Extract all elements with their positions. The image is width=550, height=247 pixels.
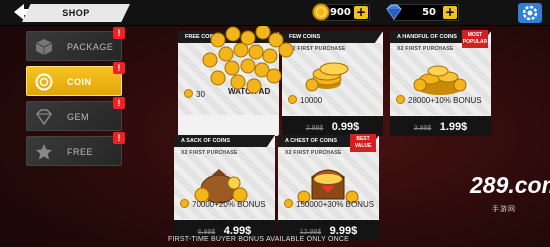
- price: 0.99$: [331, 121, 360, 133]
- handful-coins-card[interactable]: A HANDFUL OF COINS MOST POPULAR X2 FIRST…: [390, 30, 491, 136]
- coin-icon: [284, 199, 293, 208]
- notification-badge: !: [113, 27, 125, 39]
- package-icon: [35, 39, 53, 55]
- gem-count: 50: [422, 7, 436, 18]
- star-icon: [36, 144, 52, 160]
- card-amount: 150000+30% BONUS: [278, 199, 379, 211]
- buy-button[interactable]: 2.99$ 0.99$: [282, 116, 383, 136]
- notification-badge: !: [113, 62, 125, 74]
- first-purchase-tag: X2 FIRST PURCHASE: [397, 46, 454, 52]
- first-purchase-tag: X2 FIRST PURCHASE: [285, 150, 342, 156]
- sidebar-item-label: GEM: [67, 112, 90, 122]
- best-value-ribbon: BEST VALUE: [350, 134, 376, 152]
- coin-icon: [180, 199, 189, 208]
- most-popular-ribbon: MOST POPULAR: [462, 30, 488, 48]
- sidebar-item-free[interactable]: FREE !: [26, 132, 125, 166]
- coin-balance: 5900 +: [312, 3, 370, 21]
- coin-cascade: [202, 26, 294, 94]
- sack-coins-card[interactable]: A SACK OF COINS X2 FIRST PURCHASE 70000+…: [174, 135, 275, 240]
- page-title: SHOP: [22, 4, 130, 22]
- old-price: 2.99$: [305, 125, 324, 132]
- top-bar: SHOP 5900 + 50 +: [0, 0, 550, 26]
- sidebar-item-gem[interactable]: GEM !: [26, 97, 125, 131]
- add-gems-button[interactable]: +: [443, 6, 457, 19]
- price: 1.99$: [439, 121, 468, 133]
- sidebar-item-label: PACKAGE: [67, 42, 114, 52]
- footer-note: FIRST-TIME BUYER BONUS AVAILABLE ONLY ON…: [168, 236, 349, 243]
- gem-outline-icon: [36, 109, 52, 126]
- watermark: 289.com: [470, 172, 550, 198]
- card-amount: 28000+10% BONUS: [390, 95, 491, 107]
- settings-button[interactable]: [518, 3, 542, 23]
- sidebar-item-package[interactable]: PACKAGE !: [26, 27, 125, 61]
- chest-coins-card[interactable]: A CHEST OF COINS BEST VALUE X2 FIRST PUR…: [278, 134, 379, 240]
- coin-stack-icon: [35, 73, 53, 91]
- card-amount: 70000+20% BONUS: [174, 199, 275, 211]
- card-title: A SACK OF COINS: [174, 135, 275, 147]
- watermark-subtitle: 手游网: [492, 206, 516, 213]
- sidebar-item-coin[interactable]: COIN !: [26, 62, 125, 96]
- old-price: 3.99$: [413, 125, 432, 132]
- old-price: 6.99$: [197, 229, 216, 236]
- sidebar-item-label: COIN: [67, 77, 92, 87]
- buy-button[interactable]: 3.99$ 1.99$: [390, 116, 491, 136]
- coin-icon: [312, 3, 330, 21]
- old-price: 12.99$: [299, 229, 322, 236]
- gem-icon: [386, 4, 402, 20]
- first-purchase-tag: X2 FIRST PURCHASE: [181, 150, 238, 156]
- notification-badge: !: [113, 132, 125, 144]
- add-coins-button[interactable]: +: [354, 6, 368, 19]
- gem-balance: 50 +: [386, 4, 459, 21]
- gear-icon: [522, 5, 538, 21]
- coin-icon: [396, 95, 405, 104]
- sidebar-item-label: FREE: [67, 147, 94, 157]
- notification-badge: !: [113, 97, 125, 109]
